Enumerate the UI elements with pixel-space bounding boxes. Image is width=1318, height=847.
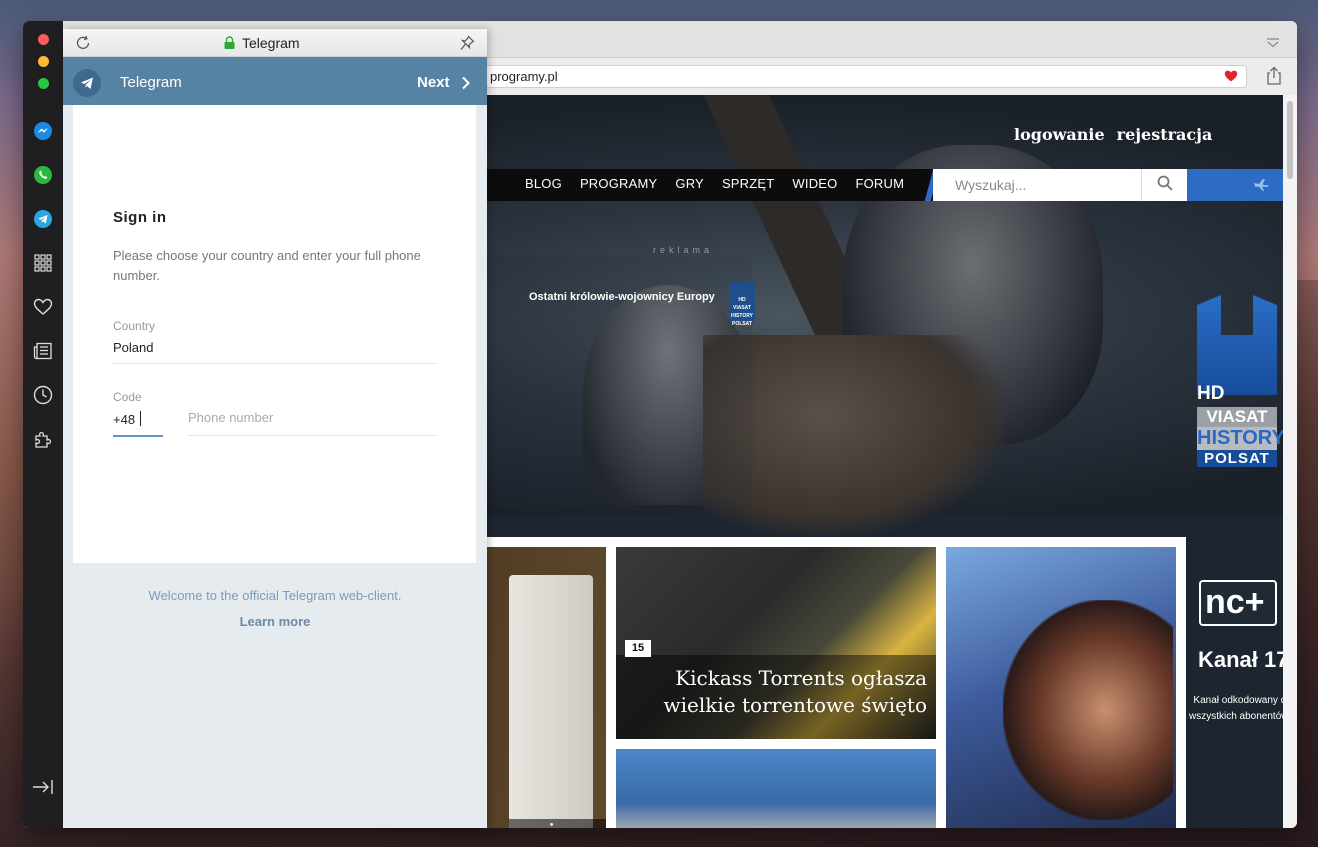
telegram-panel: Telegram Telegram Next Sign in Please ch… bbox=[63, 29, 487, 828]
zoom-window-button[interactable] bbox=[38, 78, 49, 89]
panel-collapse-icon[interactable] bbox=[32, 778, 54, 796]
telegram-icon[interactable] bbox=[32, 208, 54, 230]
channel-subtitle-line-1: Kanał odkodowany dla bbox=[1193, 695, 1283, 706]
history-history-label: HISTORY bbox=[1197, 427, 1283, 450]
register-link[interactable]: rejestracja bbox=[1117, 125, 1213, 144]
airplane-icon[interactable] bbox=[1253, 177, 1269, 193]
code-label: Code bbox=[113, 390, 142, 404]
share-icon[interactable] bbox=[1265, 66, 1283, 86]
search-button[interactable] bbox=[1141, 169, 1187, 201]
ncplus-logo[interactable]: nc+ bbox=[1199, 580, 1277, 626]
nav-item-gry[interactable]: GRY bbox=[675, 176, 704, 191]
learn-more-link[interactable]: Learn more bbox=[63, 614, 487, 629]
search-icon bbox=[1157, 175, 1173, 196]
channel-subtitle-line-2: wszystkich abonentów N bbox=[1189, 711, 1283, 722]
scrollbar-thumb[interactable] bbox=[1287, 101, 1293, 179]
code-input[interactable]: +48 bbox=[113, 412, 135, 427]
phone-number-input[interactable]: Phone number bbox=[188, 410, 273, 425]
channel-title: Kanał 172 bbox=[1198, 647, 1283, 672]
address-bar[interactable]: programy.pl bbox=[471, 65, 1247, 88]
reload-icon[interactable] bbox=[75, 35, 91, 51]
ereader-image bbox=[509, 575, 593, 828]
article-card-man[interactable] bbox=[616, 749, 936, 828]
history-viasat-label: VIASAT bbox=[1197, 407, 1277, 427]
telegram-logo-icon bbox=[73, 69, 101, 97]
history-clock-icon[interactable] bbox=[32, 384, 54, 406]
sign-in-title: Sign in bbox=[113, 209, 167, 226]
sign-in-card bbox=[73, 105, 476, 563]
ad-channel-logo: HD VIASAT HISTORY POLSAT bbox=[729, 282, 755, 327]
article-woman-image bbox=[1003, 600, 1173, 820]
code-underline-active bbox=[113, 435, 163, 437]
channel-subtitle: Kanał odkodowany dla wszystkich abonentó… bbox=[1189, 693, 1283, 725]
site-search-input[interactable]: Wyszukaj... bbox=[933, 169, 1141, 201]
pin-icon[interactable] bbox=[460, 35, 475, 51]
news-icon[interactable] bbox=[32, 340, 54, 362]
history-hd-label: HD bbox=[1197, 383, 1225, 404]
nav-item-sprzet[interactable]: SPRZĘT bbox=[722, 176, 774, 191]
text-caret bbox=[140, 411, 141, 426]
viasat-history-logo[interactable]: HD VIASAT HISTORY POLSAT bbox=[1197, 295, 1283, 485]
whatsapp-icon[interactable] bbox=[32, 164, 54, 186]
account-links: logowanie rejestracja bbox=[1014, 125, 1212, 144]
history-h-mark bbox=[1197, 295, 1277, 395]
panel-title: Telegram bbox=[242, 35, 300, 51]
ad-headline: Ostatni królowie-wojownicy Europy bbox=[529, 291, 715, 303]
country-select[interactable]: Poland bbox=[113, 340, 153, 355]
next-button[interactable]: Next bbox=[417, 74, 450, 91]
messenger-icon[interactable] bbox=[32, 120, 54, 142]
country-label: Country bbox=[113, 319, 156, 333]
nav-item-programy[interactable]: PROGRAMY bbox=[580, 176, 657, 191]
tab-menu-icon[interactable] bbox=[1266, 35, 1280, 48]
extensions-puzzle-icon[interactable] bbox=[32, 428, 54, 450]
nav-item-forum[interactable]: FORUM bbox=[855, 176, 904, 191]
telegram-brand: Telegram bbox=[120, 74, 182, 91]
page-scrollbar[interactable] bbox=[1283, 95, 1297, 828]
history-polsat-label: POLSAT bbox=[1197, 450, 1277, 467]
nav-item-blog[interactable]: BLOG bbox=[525, 176, 562, 191]
close-window-button[interactable] bbox=[38, 34, 49, 45]
article-left-title[interactable]: noże e- bbox=[509, 819, 606, 828]
heart-icon[interactable] bbox=[32, 296, 54, 318]
apps-grid-icon[interactable] bbox=[32, 252, 54, 274]
chevron-right-icon[interactable] bbox=[461, 76, 471, 90]
secure-lock-icon bbox=[224, 36, 235, 49]
bookmark-heart-icon[interactable] bbox=[1223, 68, 1239, 84]
article-kickass-title[interactable]: Kickass Torrents ogłasza wielkie torrent… bbox=[631, 665, 927, 719]
country-underline bbox=[113, 363, 437, 364]
nav-item-wideo[interactable]: WIDEO bbox=[792, 176, 837, 191]
browser-sidebar bbox=[23, 21, 63, 828]
minimize-window-button[interactable] bbox=[38, 56, 49, 67]
login-link[interactable]: logowanie bbox=[1014, 125, 1105, 144]
welcome-text: Welcome to the official Telegram web-cli… bbox=[148, 588, 402, 603]
sign-in-instructions: Please choose your country and enter you… bbox=[113, 248, 421, 283]
site-nav-items: BLOG PROGRAMY GRY SPRZĘT WIDEO FORUM bbox=[525, 176, 904, 191]
ad-label: reklama bbox=[653, 245, 714, 255]
phone-underline bbox=[188, 435, 437, 436]
comment-count-badge[interactable]: 15 bbox=[625, 640, 651, 657]
